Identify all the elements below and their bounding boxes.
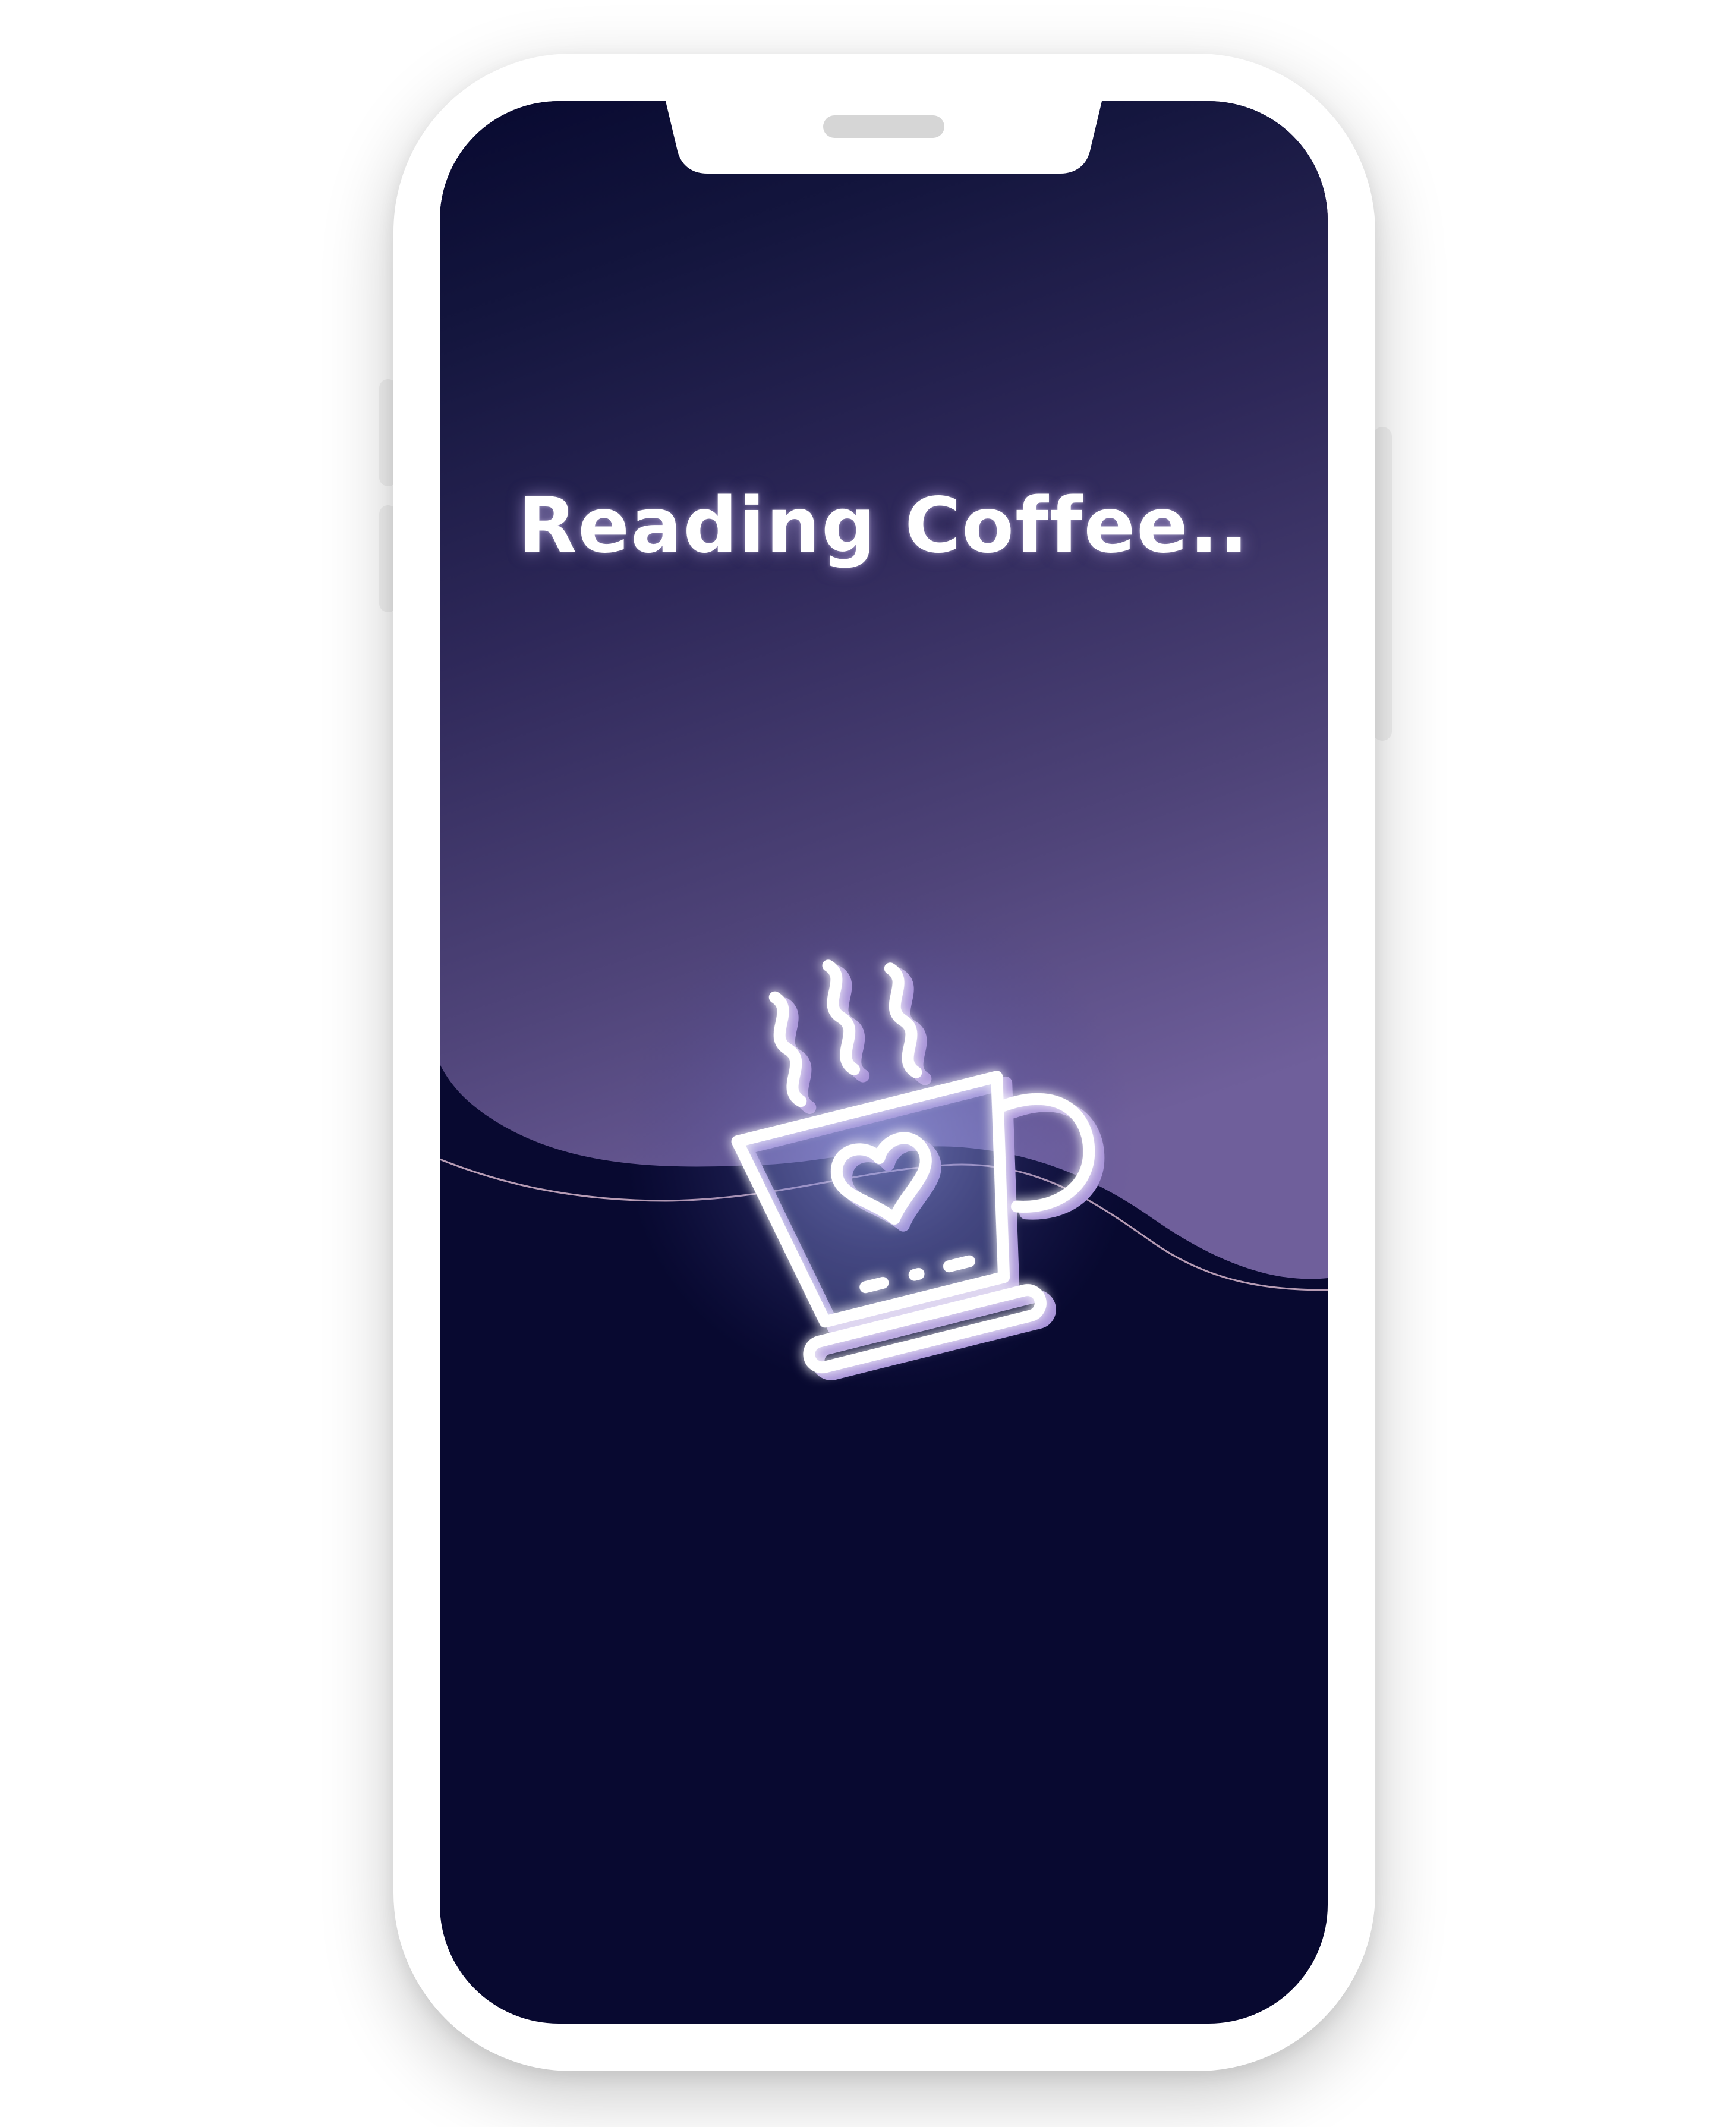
mockup-stage: Reading Coffee.. — [0, 0, 1736, 2127]
app-title: Reading Coffee.. — [518, 482, 1250, 570]
speaker-grille — [823, 115, 944, 138]
coffee-cup-heart-icon — [731, 959, 1105, 1380]
splash-screen: Reading Coffee.. — [440, 101, 1328, 2024]
power-button — [1373, 427, 1392, 741]
